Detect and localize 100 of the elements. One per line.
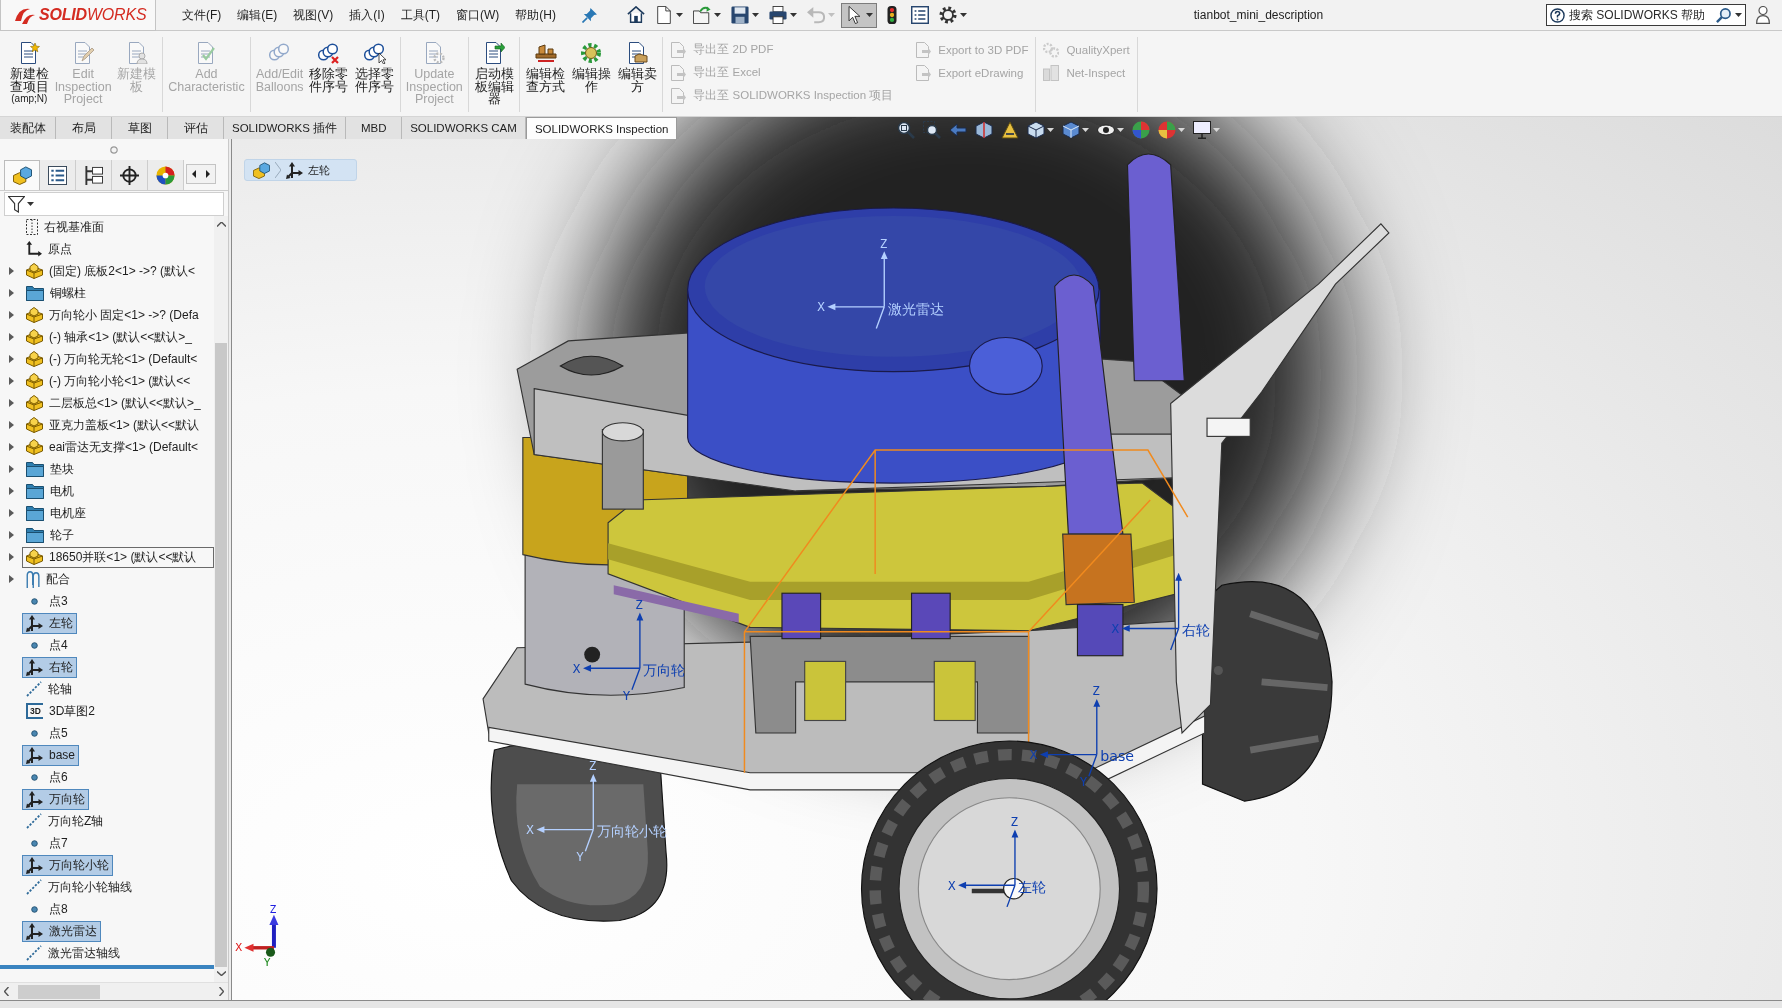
- pin-icon[interactable]: [582, 7, 597, 23]
- axis-label: Y: [1079, 774, 1088, 790]
- tree-item[interactable]: 3D 3D草图2: [22, 700, 99, 722]
- ribbon-button[interactable]: 编辑操作: [570, 37, 613, 93]
- breadcrumb[interactable]: 左轮: [244, 159, 357, 181]
- tree-item[interactable]: (-) 万向轮小轮<1> (默认<<: [22, 370, 195, 392]
- tree-item[interactable]: 激光雷达: [22, 920, 101, 942]
- view-toolbar-button[interactable]: [974, 120, 994, 140]
- ribbon-tab[interactable]: SOLIDWORKS Inspection: [525, 117, 678, 139]
- scroll-right-icon[interactable]: [219, 987, 224, 996]
- panel-tab[interactable]: [112, 160, 148, 190]
- scrollbar-thumb[interactable]: [18, 984, 100, 999]
- expand-caret-icon[interactable]: [8, 377, 14, 385]
- tree-item[interactable]: 电机座: [22, 502, 90, 524]
- ribbon-tab[interactable]: SOLIDWORKS 插件: [224, 117, 347, 139]
- expand-caret-icon[interactable]: [8, 553, 14, 561]
- tree-item[interactable]: 万向轮小 固定<1> ->? (Defa: [22, 304, 203, 326]
- view-toolbar-button[interactable]: [922, 120, 942, 140]
- tree-item[interactable]: 左轮: [22, 612, 77, 634]
- tree-item[interactable]: 二层板总<1> (默认<<默认>_: [22, 392, 205, 414]
- tree-item[interactable]: 原点: [22, 238, 76, 260]
- scroll-down-icon[interactable]: [216, 971, 226, 976]
- view-toolbar-button[interactable]: [1026, 120, 1055, 140]
- menu-item[interactable]: 工具(T): [400, 6, 440, 24]
- grip-icon[interactable]: [110, 145, 118, 154]
- tree-item[interactable]: (-) 轴承<1> (默认<<默认>_: [22, 326, 197, 348]
- tree-item[interactable]: 右视基准面: [22, 216, 108, 238]
- ribbon-tab[interactable]: 草图: [112, 117, 168, 139]
- search-field[interactable]: 搜索 SOLIDWORKS 帮助: [1546, 4, 1746, 26]
- tree-item[interactable]: 轮子: [22, 524, 78, 546]
- toolbar-button[interactable]: [841, 2, 877, 28]
- panel-splitter[interactable]: [228, 139, 232, 1000]
- ribbon-button[interactable]: 移除零件序号: [307, 37, 351, 93]
- scroll-up-icon[interactable]: [216, 222, 226, 227]
- tree-item[interactable]: 激光雷达轴线: [22, 942, 124, 964]
- tree-item[interactable]: 轮轴: [22, 678, 76, 700]
- tree-item[interactable]: 万向轮小轮轴线: [22, 876, 136, 898]
- tree-item[interactable]: 点7: [22, 832, 72, 854]
- expand-caret-icon[interactable]: [8, 487, 14, 495]
- tree-item[interactable]: base: [22, 744, 80, 766]
- tree-item[interactable]: 18650并联<1> (默认<<默认: [22, 546, 214, 568]
- expand-caret-icon[interactable]: [8, 443, 14, 451]
- panel-tab[interactable]: [76, 160, 112, 190]
- ribbon-button[interactable]: 选择零件序号: [353, 37, 396, 93]
- tree-item[interactable]: 点5: [22, 722, 72, 744]
- expand-caret-icon[interactable]: [8, 509, 14, 517]
- tree-item[interactable]: 垫块: [22, 458, 78, 480]
- menu-item[interactable]: 窗口(W): [456, 6, 500, 24]
- menu-item[interactable]: 帮助(H): [515, 6, 556, 24]
- tree-item[interactable]: 铜螺柱: [22, 282, 90, 304]
- tree-item[interactable]: (-) 万向轮无轮<1> (Default<: [22, 348, 202, 370]
- tree-item[interactable]: 万向轮小轮: [22, 854, 113, 876]
- ribbon-tab[interactable]: SOLIDWORKS CAM: [402, 117, 526, 139]
- ribbon-button[interactable]: 启动模板编辑器: [472, 37, 516, 106]
- pointer-icon: [845, 6, 863, 24]
- caret-icon: [27, 202, 34, 206]
- expand-caret-icon[interactable]: [8, 531, 14, 539]
- paperclip-icon: [26, 570, 40, 588]
- scroll-left-icon[interactable]: [4, 987, 9, 996]
- tree-item[interactable]: 点6: [22, 766, 72, 788]
- panel-tab[interactable]: [148, 160, 184, 190]
- scrollbar-thumb[interactable]: [215, 343, 227, 967]
- expand-caret-icon[interactable]: [8, 311, 14, 319]
- expand-caret-icon[interactable]: [8, 355, 14, 363]
- ribbon-button[interactable]: 编辑卖方: [615, 37, 659, 93]
- axis-label: Z: [879, 235, 888, 251]
- menu-item[interactable]: 编辑(E): [237, 6, 278, 24]
- ribbon-tab[interactable]: 评估: [168, 117, 224, 139]
- tree-item[interactable]: 配合: [22, 568, 74, 590]
- tree-item[interactable]: 点3: [22, 590, 72, 612]
- tree-item[interactable]: 电机: [22, 480, 78, 502]
- expand-caret-icon[interactable]: [8, 421, 14, 429]
- menu-item[interactable]: 文件(F): [182, 6, 222, 24]
- view-toolbar-button[interactable]: [1061, 120, 1090, 140]
- expand-caret-icon[interactable]: [8, 333, 14, 341]
- tree-item[interactable]: 右轮: [22, 656, 77, 678]
- view-toolbar-button[interactable]: [1000, 120, 1020, 140]
- coordinate-axes-icon: [1039, 698, 1101, 777]
- ribbon-tab[interactable]: MBD: [346, 117, 403, 139]
- view-toolbar-button[interactable]: [896, 120, 916, 140]
- tree-item[interactable]: 万向轮: [22, 788, 89, 810]
- ribbon-tab[interactable]: 装配体: [0, 117, 56, 139]
- tree-item[interactable]: 亚克力盖板<1> (默认<<默认: [22, 414, 204, 436]
- expand-caret-icon[interactable]: [8, 575, 14, 583]
- ribbon-tab[interactable]: 布局: [56, 117, 112, 139]
- tree-item[interactable]: (固定) 底板2<1> ->? (默认<: [22, 260, 200, 282]
- tree-item[interactable]: 万向轮Z轴: [22, 810, 108, 832]
- panel-tab[interactable]: [40, 160, 76, 190]
- tree-item[interactable]: eai雷达无支撑<1> (Default<: [22, 436, 203, 458]
- expand-caret-icon[interactable]: [8, 289, 14, 297]
- undo-icon: [807, 6, 825, 24]
- menu-item[interactable]: 视图(V): [293, 6, 334, 24]
- tree-item[interactable]: 点4: [22, 634, 72, 656]
- ribbon-button[interactable]: 新建检查项目 (amp;N): [8, 37, 51, 105]
- menu-item[interactable]: 插入(I): [349, 6, 385, 24]
- expand-caret-icon[interactable]: [8, 267, 14, 275]
- ribbon-button[interactable]: 编辑检查方式: [524, 37, 568, 93]
- expand-caret-icon[interactable]: [8, 465, 14, 473]
- tree-item[interactable]: 点8: [22, 898, 72, 920]
- expand-caret-icon[interactable]: [8, 399, 14, 407]
